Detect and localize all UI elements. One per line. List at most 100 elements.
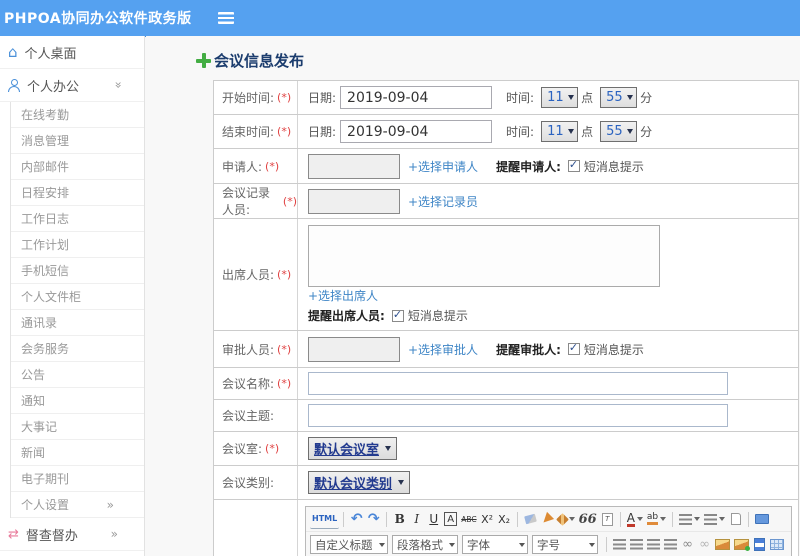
sidebar-item-events[interactable]: 大事记	[11, 414, 144, 440]
sidebar-item-contacts[interactable]: 通讯录	[11, 310, 144, 336]
topbar: PHPOA协同办公软件政务版	[0, 0, 800, 36]
sidebar-item-work-log[interactable]: 工作日志	[11, 206, 144, 232]
dropdown-arrow-icon	[568, 95, 575, 100]
form-row-meeting-subject: 会议主题:	[214, 400, 798, 432]
main-content: 会议信息发布 开始时间: (*) 日期: 时间: 11 点 55 分	[146, 36, 800, 556]
approver-input[interactable]	[308, 336, 400, 362]
end-date-input[interactable]	[340, 120, 493, 143]
meeting-name-input[interactable]	[308, 372, 728, 395]
align-justify-icon[interactable]	[662, 535, 679, 554]
paste-icon[interactable]	[599, 510, 616, 529]
align-center-icon[interactable]	[628, 535, 645, 554]
sidebar-item-news[interactable]: 新闻	[11, 440, 144, 466]
page-title: 会议信息发布	[196, 50, 800, 71]
undo-icon[interactable]	[348, 510, 365, 529]
sidebar-item-e-journal[interactable]: 电子期刊	[11, 466, 144, 492]
start-date-input[interactable]	[340, 86, 493, 109]
meeting-category-select[interactable]: 默认会议类别	[308, 471, 411, 494]
clear-format-icon[interactable]	[539, 510, 556, 529]
eraser-icon[interactable]	[522, 510, 539, 529]
field-label: 申请人:	[222, 159, 263, 174]
unordered-list-icon[interactable]	[702, 510, 727, 529]
insert-image-icon[interactable]	[713, 535, 732, 554]
start-hour-select[interactable]: 11	[541, 87, 579, 108]
paragraph-format-select[interactable]: 段落格式	[392, 535, 458, 554]
start-minute-select[interactable]: 55	[600, 87, 638, 108]
sidebar-item-announcement[interactable]: 公告	[11, 362, 144, 388]
bold-button[interactable]: B	[391, 510, 408, 529]
field-label: 审批人员:	[222, 342, 275, 357]
required-marker: (*)	[277, 377, 292, 390]
align-left-icon[interactable]	[611, 535, 628, 554]
font-color-button[interactable]: A	[625, 510, 645, 529]
blockquote-button[interactable]: 66	[577, 510, 599, 529]
meeting-room-select[interactable]: 默认会议室	[308, 437, 398, 460]
home-icon	[8, 45, 18, 60]
redo-icon[interactable]	[365, 510, 382, 529]
user-icon	[8, 78, 20, 92]
attendees-textarea[interactable]	[308, 225, 660, 287]
hamburger-icon[interactable]	[217, 12, 234, 24]
form-row-applicant: 申请人: (*) +选择申请人 提醒申请人: 短消息提示	[214, 149, 798, 184]
end-hour-select[interactable]: 11	[541, 121, 579, 142]
insert-link-icon[interactable]	[679, 535, 696, 554]
form-row-end-time: 结束时间: (*) 日期: 时间: 11 点 55 分	[214, 115, 798, 149]
sidebar-item-notice[interactable]: 通知	[11, 388, 144, 414]
rich-text-editor: HTML B I U A ABC X² X₂	[305, 506, 792, 556]
subscript-button[interactable]: X₂	[496, 510, 513, 529]
fullscreen-icon[interactable]	[753, 510, 771, 529]
ordered-list-icon[interactable]	[677, 510, 702, 529]
format-painter-icon[interactable]	[555, 510, 577, 529]
align-right-icon[interactable]	[645, 535, 662, 554]
form-row-start-time: 开始时间: (*) 日期: 时间: 11 点 55 分	[214, 81, 798, 115]
sidebar-item-file-cabinet[interactable]: 个人文件柜	[11, 284, 144, 310]
border-text-button[interactable]: A	[444, 512, 458, 526]
insert-table-icon[interactable]	[768, 535, 786, 554]
recorder-input[interactable]	[308, 188, 400, 214]
form-row-content-editor: HTML B I U A ABC X² X₂	[214, 500, 798, 556]
sidebar-item-personal-settings[interactable]: 个人设置	[11, 492, 144, 518]
sidebar-item-internal-mail[interactable]: 内部邮件	[11, 154, 144, 180]
form-row-meeting-name: 会议名称: (*)	[214, 368, 798, 400]
chevron-right-icon	[111, 527, 118, 541]
select-attendees-link[interactable]: +选择出席人	[308, 287, 378, 304]
font-family-select[interactable]: 字体	[462, 535, 528, 554]
applicant-sms-checkbox[interactable]	[567, 158, 580, 172]
heading-select[interactable]: 自定义标题	[310, 535, 388, 554]
insert-video-icon[interactable]	[751, 535, 768, 554]
remind-applicant-label: 提醒申请人:	[496, 159, 561, 174]
sidebar-item-schedule[interactable]: 日程安排	[11, 180, 144, 206]
required-marker: (*)	[277, 91, 292, 104]
source-code-button[interactable]: HTML	[310, 510, 340, 529]
italic-button[interactable]: I	[408, 510, 425, 529]
new-page-icon[interactable]	[727, 510, 744, 529]
superscript-button[interactable]: X²	[479, 510, 496, 529]
remove-link-icon[interactable]	[696, 535, 713, 554]
meeting-subject-input[interactable]	[308, 404, 728, 427]
sidebar-item-supervision[interactable]: 督查督办	[0, 518, 144, 551]
upload-image-icon[interactable]	[732, 535, 751, 554]
attendees-sms-checkbox[interactable]	[391, 308, 404, 322]
sidebar-item-meeting-service[interactable]: 会务服务	[11, 336, 144, 362]
sidebar-item-work-plan[interactable]: 工作计划	[11, 232, 144, 258]
sidebar-item-attendance[interactable]: 在线考勤	[11, 102, 144, 128]
sidebar-item-office[interactable]: 个人办公	[0, 69, 144, 102]
sidebar-item-messages[interactable]: 消息管理	[11, 128, 144, 154]
sidebar-submenu: 在线考勤 消息管理 内部邮件 日程安排 工作日志 工作计划 手机短信 个人文件柜…	[10, 102, 144, 518]
highlight-color-button[interactable]: ab	[645, 510, 668, 529]
select-recorder-link[interactable]: +选择记录员	[408, 193, 478, 210]
hour-unit-label: 点	[581, 91, 594, 105]
font-size-select[interactable]: 字号	[532, 535, 598, 554]
form-row-attendees: 出席人员: (*) +选择出席人 提醒出席人员: 短消息提示	[214, 219, 798, 331]
approver-sms-checkbox[interactable]	[567, 341, 580, 355]
underline-button[interactable]: U	[425, 510, 442, 529]
sidebar-item-desktop[interactable]: 个人桌面	[0, 36, 144, 69]
select-applicant-link[interactable]: +选择申请人	[408, 158, 478, 175]
strikethrough-button[interactable]: ABC	[459, 510, 478, 529]
select-approver-link[interactable]: +选择审批人	[408, 341, 478, 358]
dropdown-arrow-icon	[398, 480, 405, 485]
end-minute-select[interactable]: 55	[600, 121, 638, 142]
applicant-input[interactable]	[308, 153, 400, 179]
sidebar-item-sms[interactable]: 手机短信	[11, 258, 144, 284]
dropdown-arrow-icon	[627, 129, 634, 134]
